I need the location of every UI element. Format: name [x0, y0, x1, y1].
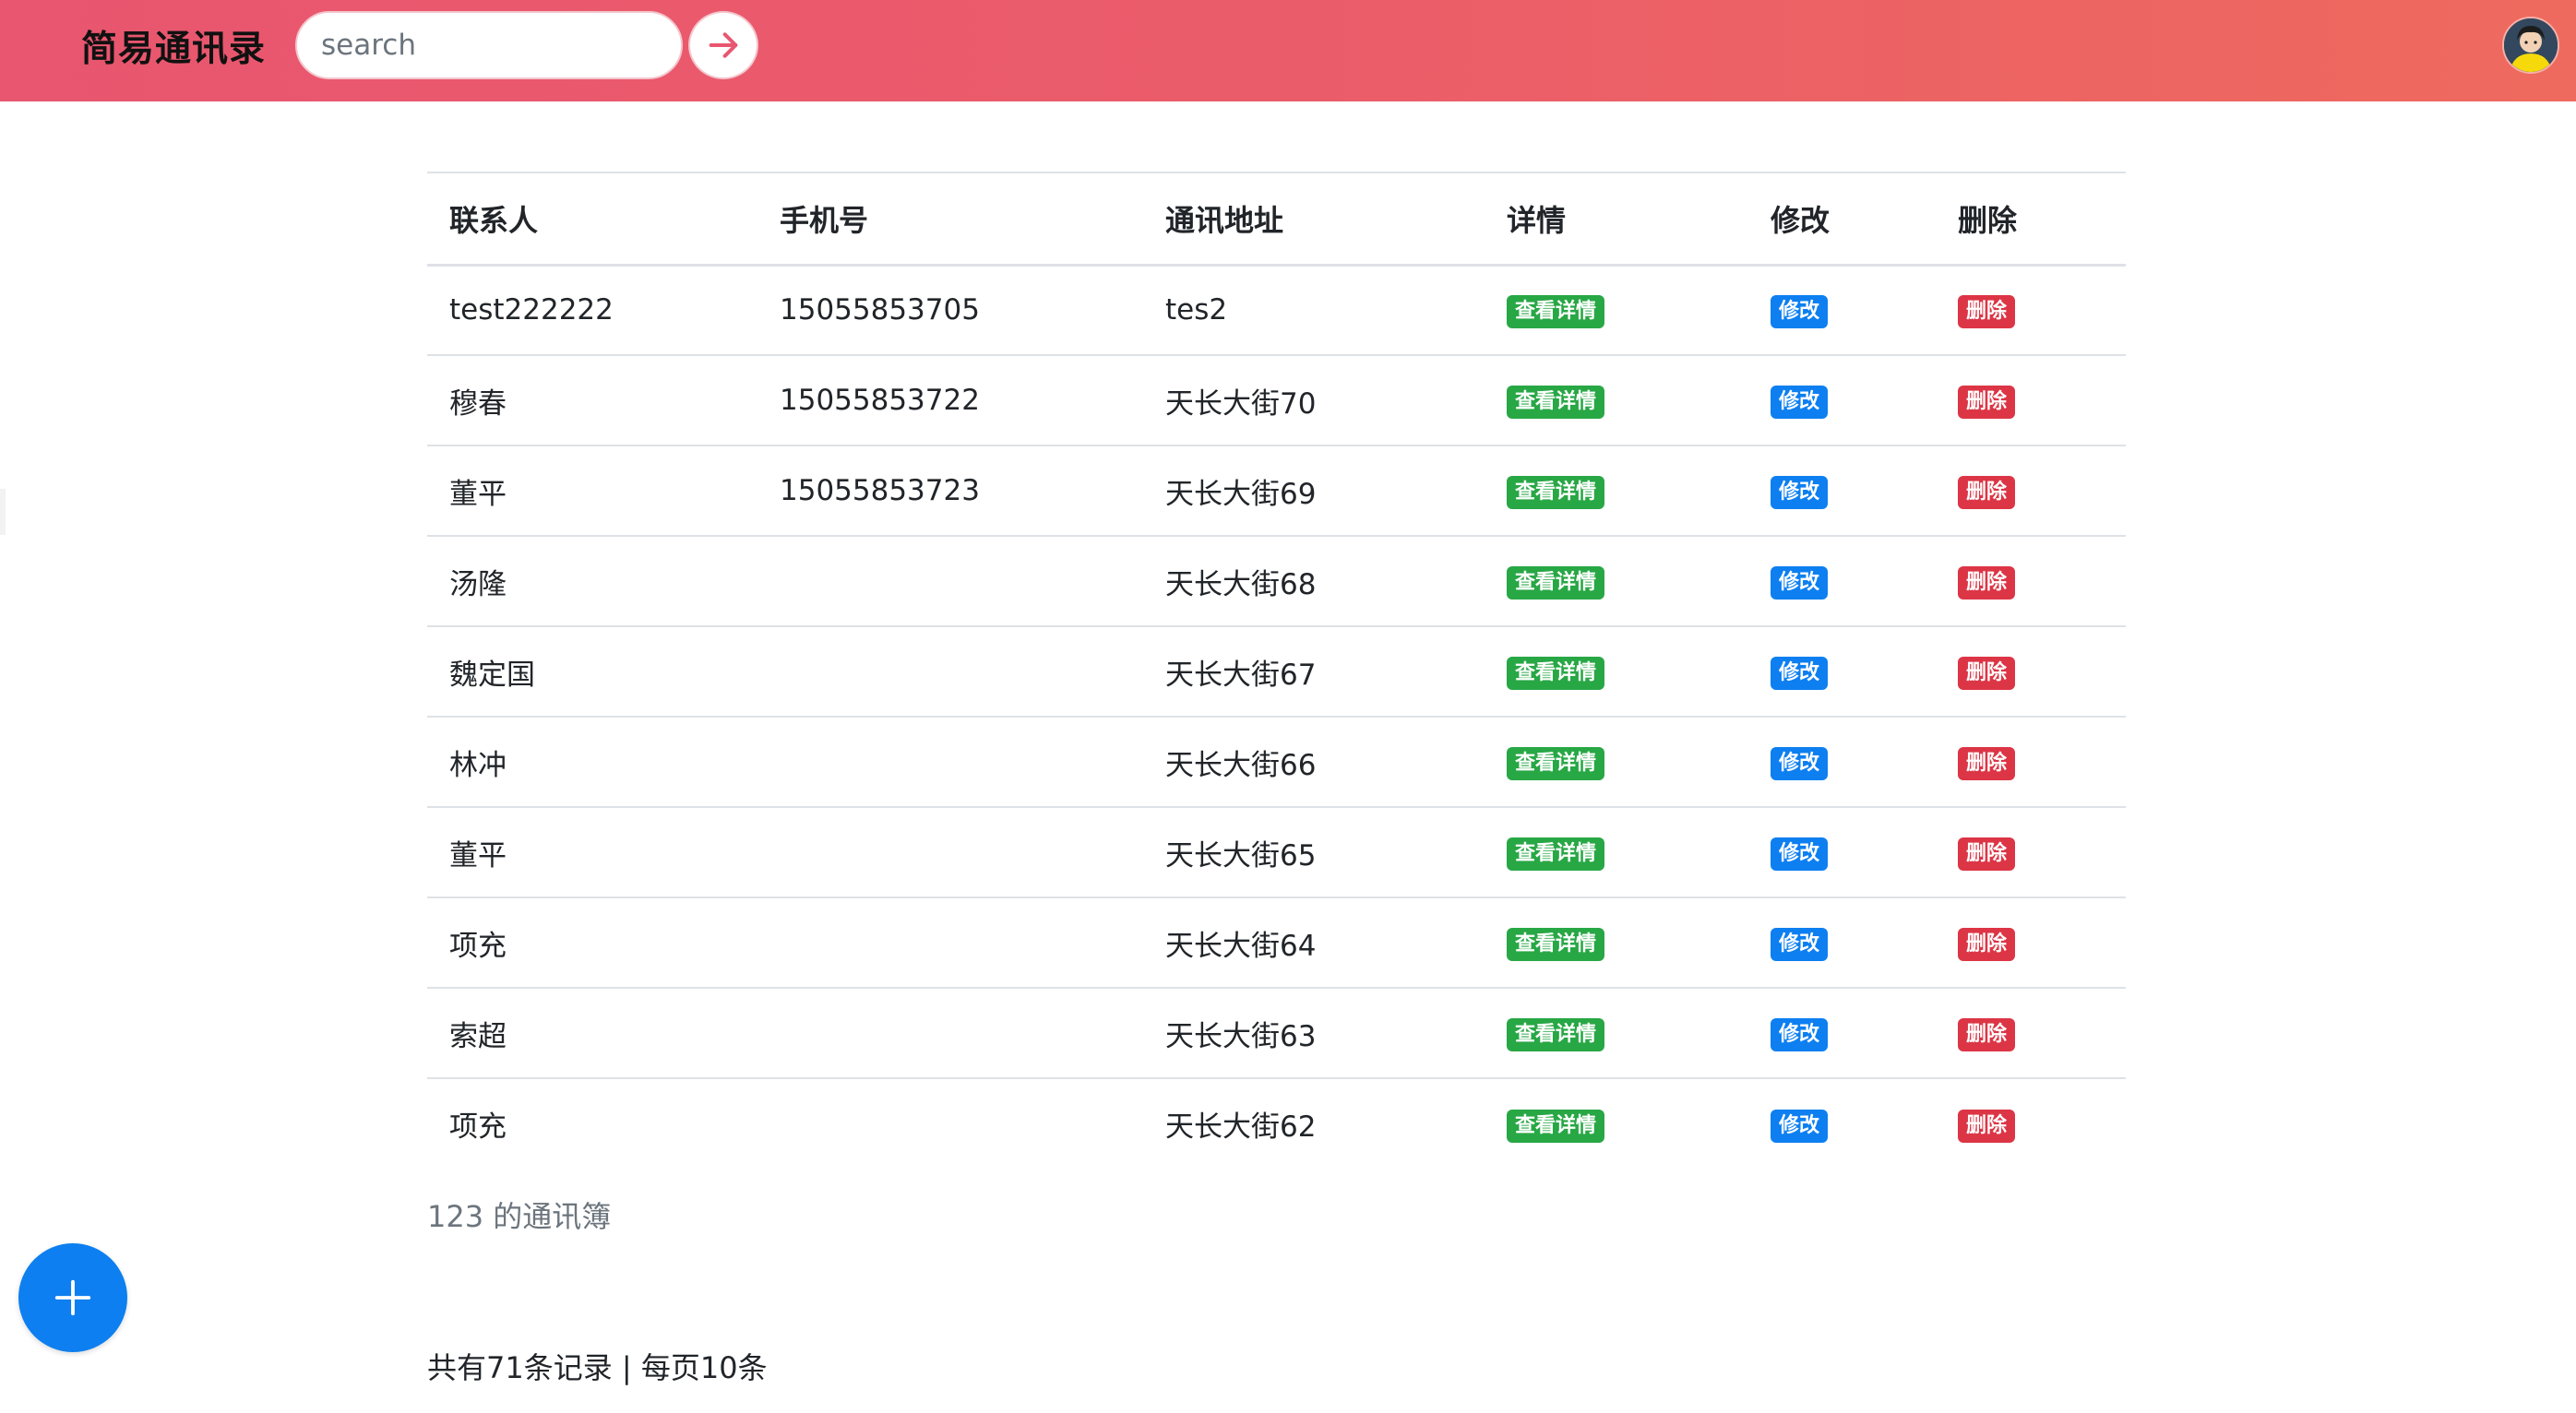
table-row: 项充 天长大街62 查看详情 修改 删除 — [427, 1078, 2126, 1169]
header-detail: 详情 — [1507, 202, 1567, 238]
contact-address: 天长大街68 — [1165, 567, 1317, 601]
contact-phone: 15055853723 — [780, 474, 980, 507]
view-detail-button[interactable]: 查看详情 — [1507, 1109, 1605, 1143]
view-detail-button[interactable]: 查看详情 — [1507, 476, 1605, 509]
header-address: 通讯地址 — [1165, 202, 1284, 238]
contact-phone — [757, 626, 1143, 717]
edge-marker — [0, 489, 6, 535]
contact-address: 天长大街65 — [1165, 838, 1317, 873]
address-book-caption: 123 的通讯簿 — [427, 1199, 612, 1234]
header-delete: 删除 — [1958, 202, 2018, 238]
search-button[interactable] — [688, 11, 758, 79]
contact-name: 项充 — [449, 1110, 507, 1144]
plus-icon — [54, 1279, 91, 1316]
contact-address: 天长大街67 — [1165, 658, 1317, 692]
view-detail-button[interactable]: 查看详情 — [1507, 1018, 1605, 1051]
contact-name: 董平 — [449, 838, 507, 873]
table-row: 董平 15055853723 天长大街69 查看详情 修改 删除 — [427, 445, 2126, 536]
edit-button[interactable]: 修改 — [1771, 1018, 1829, 1051]
contact-name: 汤隆 — [449, 567, 507, 601]
edit-button[interactable]: 修改 — [1771, 566, 1829, 600]
contact-phone — [757, 988, 1143, 1078]
table-row: 项充 天长大街64 查看详情 修改 删除 — [427, 897, 2126, 988]
view-detail-button[interactable]: 查看详情 — [1507, 747, 1605, 780]
view-detail-button[interactable]: 查看详情 — [1507, 928, 1605, 961]
contact-phone: 15055853705 — [780, 293, 980, 327]
record-summary: 共有71条记录 | 每页10条 — [427, 1350, 768, 1385]
contact-address: 天长大街70 — [1165, 386, 1317, 421]
contact-address: 天长大街64 — [1165, 929, 1317, 963]
edit-button[interactable]: 修改 — [1771, 928, 1829, 961]
delete-button[interactable]: 删除 — [1958, 657, 2016, 690]
contact-name: 魏定国 — [449, 658, 535, 692]
header-edit: 修改 — [1771, 202, 1831, 238]
table-row: 林冲 天长大街66 查看详情 修改 删除 — [427, 717, 2126, 807]
edit-button[interactable]: 修改 — [1771, 837, 1829, 871]
edit-button[interactable]: 修改 — [1771, 386, 1829, 419]
app-title[interactable]: 简易通讯录 — [81, 22, 266, 77]
contact-name: 索超 — [449, 1019, 507, 1053]
edit-button[interactable]: 修改 — [1771, 1109, 1829, 1143]
edit-button[interactable]: 修改 — [1771, 747, 1829, 780]
contacts-table: 联系人 手机号 通讯地址 详情 修改 删除 test222222 1505585… — [427, 172, 2126, 1169]
add-contact-button[interactable] — [18, 1243, 127, 1352]
table-row: test222222 15055853705 tes2 查看详情 修改 删除 — [427, 265, 2126, 355]
contact-address: 天长大街63 — [1165, 1019, 1317, 1053]
contact-name: 项充 — [449, 929, 507, 963]
view-detail-button[interactable]: 查看详情 — [1507, 566, 1605, 600]
search-input[interactable] — [295, 11, 683, 79]
table-row: 董平 天长大街65 查看详情 修改 删除 — [427, 807, 2126, 897]
table-row: 索超 天长大街63 查看详情 修改 删除 — [427, 988, 2126, 1078]
view-detail-button[interactable]: 查看详情 — [1507, 386, 1605, 419]
table-row: 魏定国 天长大街67 查看详情 修改 删除 — [427, 626, 2126, 717]
contact-address: 天长大街69 — [1165, 477, 1317, 511]
table-row: 穆春 15055853722 天长大街70 查看详情 修改 删除 — [427, 355, 2126, 445]
view-detail-button[interactable]: 查看详情 — [1507, 837, 1605, 871]
edit-button[interactable]: 修改 — [1771, 657, 1829, 690]
contact-name: 林冲 — [449, 748, 507, 782]
contact-address: 天长大街66 — [1165, 748, 1317, 782]
view-detail-button[interactable]: 查看详情 — [1507, 657, 1605, 690]
delete-button[interactable]: 删除 — [1958, 837, 2016, 871]
contact-name: test222222 — [449, 293, 614, 327]
contact-name: 董平 — [449, 477, 507, 511]
delete-button[interactable]: 删除 — [1958, 1018, 2016, 1051]
view-detail-button[interactable]: 查看详情 — [1507, 295, 1605, 329]
header-contact: 联系人 — [449, 202, 539, 238]
contact-phone: 15055853722 — [780, 384, 980, 417]
edit-button[interactable]: 修改 — [1771, 476, 1829, 509]
contact-name: 穆春 — [449, 386, 507, 421]
contact-address: 天长大街62 — [1165, 1110, 1317, 1144]
avatar-icon — [2504, 18, 2558, 72]
edit-button[interactable]: 修改 — [1771, 295, 1829, 329]
contact-phone — [757, 717, 1143, 807]
top-navbar: 简易通讯录 — [0, 0, 2576, 101]
header-phone: 手机号 — [780, 202, 869, 238]
contact-phone — [757, 807, 1143, 897]
user-avatar[interactable] — [2502, 17, 2559, 74]
contact-phone — [757, 536, 1143, 626]
contact-phone — [757, 1078, 1143, 1169]
arrow-right-icon — [709, 32, 738, 58]
delete-button[interactable]: 删除 — [1958, 566, 2016, 600]
table-row: 汤隆 天长大街68 查看详情 修改 删除 — [427, 536, 2126, 626]
table-header-row: 联系人 手机号 通讯地址 详情 修改 删除 — [427, 172, 2126, 265]
contact-address: tes2 — [1165, 293, 1228, 327]
delete-button[interactable]: 删除 — [1958, 476, 2016, 509]
delete-button[interactable]: 删除 — [1958, 1109, 2016, 1143]
delete-button[interactable]: 删除 — [1958, 928, 2016, 961]
contact-phone — [757, 897, 1143, 988]
delete-button[interactable]: 删除 — [1958, 386, 2016, 419]
delete-button[interactable]: 删除 — [1958, 747, 2016, 780]
delete-button[interactable]: 删除 — [1958, 295, 2016, 329]
